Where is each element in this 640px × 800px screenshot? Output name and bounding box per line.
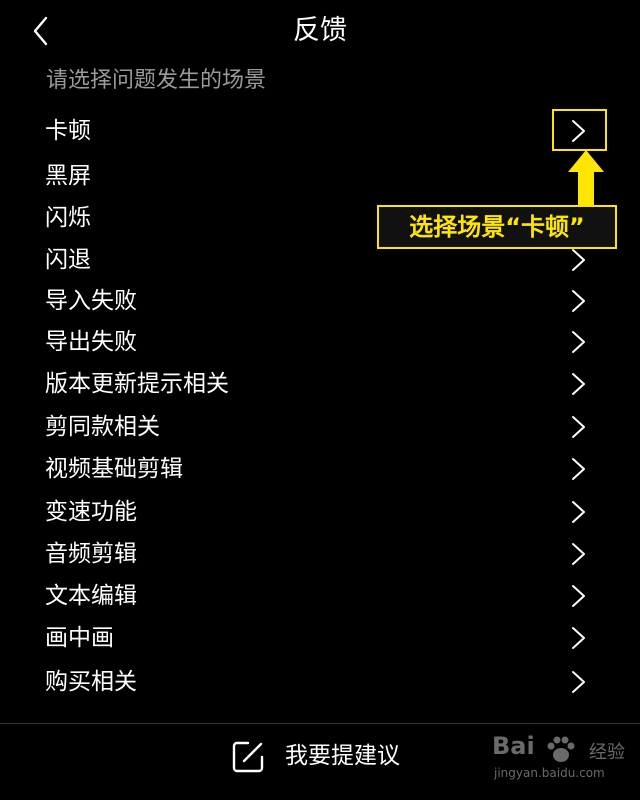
section-subtitle: 请选择问题发生的场景 (46, 68, 267, 93)
watermark-brand: Bai (492, 732, 535, 760)
list-item-label: 黑屏 (45, 163, 91, 189)
list-item-label: 导入失败 (45, 288, 137, 314)
list-item-label: 闪烁 (45, 205, 91, 231)
list-item-pip[interactable]: 画中画 (0, 617, 640, 659)
list-item-text-edit[interactable]: 文本编辑 (0, 575, 640, 617)
chevron-right-icon (572, 373, 585, 395)
annotation-callout: 选择场景“卡顿” (377, 205, 617, 249)
list-item-black-screen[interactable]: 黑屏 (0, 155, 640, 197)
chevron-right-icon (572, 290, 585, 312)
watermark-url: jingyan.baidu.com (494, 766, 605, 780)
list-item-label: 购买相关 (45, 669, 137, 695)
list-item-label: 闪退 (45, 247, 91, 273)
edit-icon (232, 741, 264, 773)
header: 反馈 (0, 0, 640, 64)
list-item-export-failed[interactable]: 导出失败 (0, 321, 640, 363)
arrow-up-icon (568, 150, 604, 206)
list-item-template[interactable]: 剪同款相关 (0, 406, 640, 448)
footer-divider (0, 723, 640, 724)
highlight-box (552, 109, 607, 151)
list-item-label: 画中画 (45, 625, 114, 651)
chevron-right-icon (572, 585, 585, 607)
list-item-purchase[interactable]: 购买相关 (0, 661, 640, 703)
chevron-right-icon (572, 249, 585, 271)
watermark: Bai 经验 jingyan.baidu.com (492, 728, 632, 788)
list-item-label: 导出失败 (45, 329, 137, 355)
list-item-label: 版本更新提示相关 (45, 371, 229, 397)
chevron-right-icon (572, 501, 585, 523)
list-item-label: 文本编辑 (45, 583, 137, 609)
list-item-basic-editing[interactable]: 视频基础剪辑 (0, 448, 640, 490)
suggest-button-label: 我要提建议 (285, 743, 400, 769)
list-item-label: 视频基础剪辑 (45, 456, 183, 482)
list-item-stutter[interactable]: 卡顿 (0, 110, 640, 152)
list-item-label: 音频剪辑 (45, 541, 137, 567)
list-item-label: 剪同款相关 (45, 414, 160, 440)
list-item-label: 变速功能 (45, 499, 137, 525)
list-item-audio[interactable]: 音频剪辑 (0, 533, 640, 575)
paw-icon (547, 736, 575, 762)
chevron-right-icon (572, 627, 585, 649)
list-item-speed[interactable]: 变速功能 (0, 491, 640, 533)
chevron-right-icon (572, 671, 585, 693)
list-item-import-failed[interactable]: 导入失败 (0, 280, 640, 322)
page-title: 反馈 (293, 15, 347, 46)
chevron-right-icon (572, 331, 585, 353)
chevron-right-icon (572, 543, 585, 565)
list-item-label: 卡顿 (45, 118, 91, 144)
list-item-update-prompt[interactable]: 版本更新提示相关 (0, 363, 640, 405)
watermark-text: 经验 (589, 742, 625, 763)
chevron-right-icon (572, 458, 585, 480)
chevron-right-icon (572, 416, 585, 438)
